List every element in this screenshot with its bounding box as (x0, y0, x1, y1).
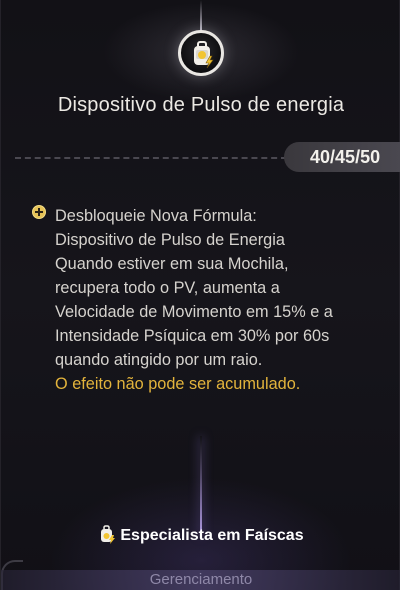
description-line: Quando estiver em sua Mochila, (55, 255, 289, 273)
specialist-tag: Especialista em Faíscas (1, 524, 400, 545)
counter-middle: 45 (335, 147, 356, 167)
level-counter: 40/45/50 (284, 142, 400, 172)
counter-current: 40 (310, 147, 331, 167)
stack-warning: O efeito não pode ser acumulado. (55, 375, 301, 393)
counter-max: 50 (360, 147, 381, 167)
item-description: Desbloqueie Nova Fórmula: Dispositivo de… (55, 204, 395, 396)
description-line: Intensidade Psíquica em 30% por 60s (55, 327, 330, 345)
item-title: Dispositivo de Pulso de energia (57, 94, 345, 116)
plus-circle-icon (32, 205, 46, 219)
backpack-lightning-icon (101, 525, 116, 544)
backpack-lightning-icon (194, 41, 214, 69)
item-badge (178, 30, 224, 76)
description-line: Velocidade de Movimento em 15% e a (55, 303, 333, 321)
description-line: Dispositivo de Pulso de Energia (55, 231, 285, 249)
specialist-label: Especialista em Faíscas (120, 527, 304, 544)
top-light-beam (200, 0, 202, 32)
description-line: recupera todo o PV, aumenta a (55, 279, 280, 297)
description-line: Desbloqueie Nova Fórmula: (55, 207, 257, 225)
description-line: quando atingido por um raio. (55, 351, 263, 369)
divider-line (15, 157, 287, 159)
item-detail-panel: Dispositivo de Pulso de energia 40/45/50… (0, 0, 400, 590)
management-button[interactable]: Gerenciamento (1, 570, 400, 590)
bottom-light-beam (200, 436, 202, 536)
